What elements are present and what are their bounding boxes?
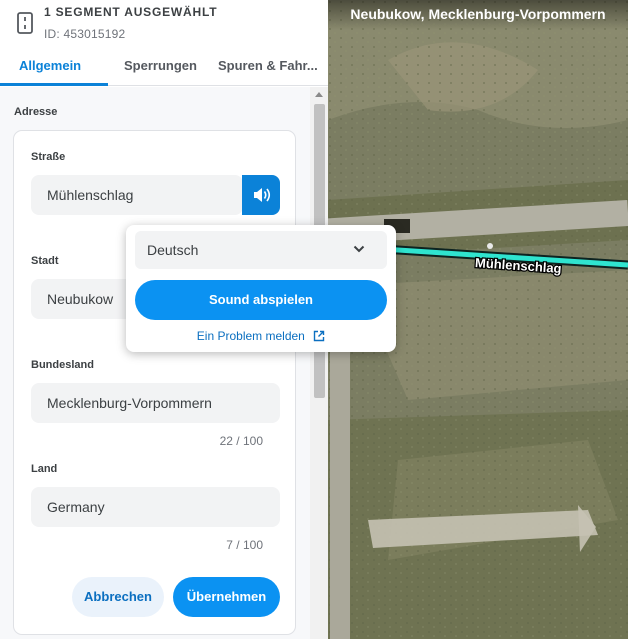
road-segment-icon: [17, 12, 33, 34]
country-char-counter: 7 / 100: [226, 538, 263, 552]
panel-content: Adresse Straße Mühlenschlag Stadt Neubuk…: [0, 87, 310, 639]
address-section-label: Adresse: [14, 106, 58, 118]
play-sound-action-button[interactable]: Sound abspielen: [135, 280, 387, 320]
state-input[interactable]: Mecklenburg-Vorpommern: [31, 383, 280, 423]
country-label: Land: [31, 463, 58, 475]
street-label: Straße: [31, 151, 66, 163]
map-street-name: Mühlenschlag: [475, 255, 563, 276]
chevron-down-icon: [353, 245, 365, 253]
tab-general[interactable]: Allgemein: [19, 46, 81, 86]
country-input[interactable]: Germany: [31, 487, 280, 527]
scroll-up-arrow-icon[interactable]: [315, 92, 323, 97]
play-sound-button[interactable]: [242, 175, 280, 215]
panel-header: 1 SEGMENT AUSGEWÄHLT ID: 453015192: [0, 0, 328, 46]
tab-closures[interactable]: Sperrungen: [124, 46, 197, 86]
active-tab-indicator: [0, 83, 108, 86]
apply-button[interactable]: Übernehmen: [173, 577, 280, 617]
state-char-counter: 22 / 100: [219, 434, 263, 448]
speaker-icon: [254, 188, 271, 202]
city-label: Stadt: [31, 255, 59, 267]
language-select[interactable]: Deutsch: [135, 231, 387, 269]
segment-id: ID: 453015192: [44, 27, 126, 41]
tab-bar: Allgemein Sperrungen Spuren & Fahr...: [0, 46, 328, 86]
cancel-button[interactable]: Abbrechen: [72, 577, 164, 617]
report-problem-link[interactable]: Ein Problem melden: [126, 329, 396, 343]
sound-popup: Deutsch Sound abspielen Ein Problem meld…: [126, 225, 396, 352]
state-label: Bundesland: [31, 359, 94, 371]
address-card: Straße Mühlenschlag Stadt Neubukow Bunde…: [13, 130, 296, 635]
report-problem-label: Ein Problem melden: [196, 329, 305, 343]
selection-title: 1 SEGMENT AUSGEWÄHLT: [44, 5, 218, 19]
tab-lanes[interactable]: Spuren & Fahr...: [218, 46, 318, 86]
street-input[interactable]: Mühlenschlag: [31, 175, 243, 215]
language-selected: Deutsch: [147, 242, 199, 258]
external-link-icon: [314, 330, 325, 342]
